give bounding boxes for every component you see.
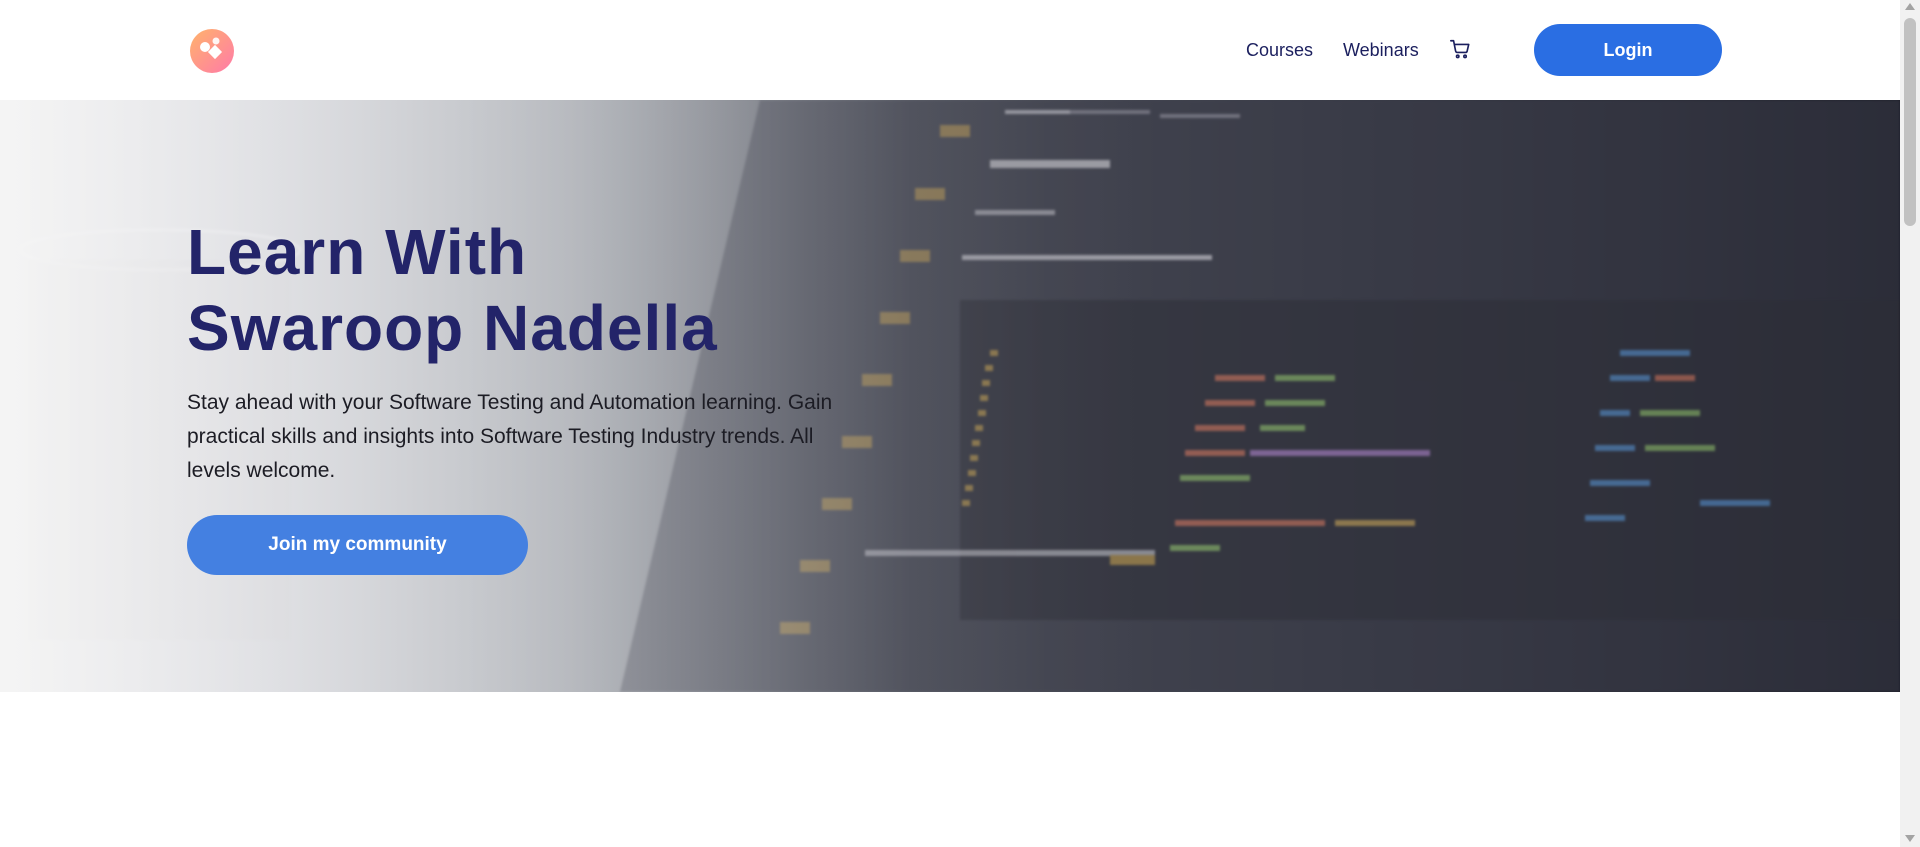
hero-title-line1: Learn With [187, 216, 528, 288]
hero-subtitle: Stay ahead with your Software Testing an… [187, 391, 833, 482]
nav-webinars-link[interactable]: Webinars [1343, 39, 1419, 61]
scrollbar-thumb[interactable] [1904, 18, 1916, 226]
hero-title-line2: Swaroop Nadella [187, 292, 718, 364]
scroll-up-arrow-icon[interactable] [1905, 3, 1915, 10]
brand-logo-icon[interactable] [190, 29, 234, 73]
site-header: Courses Webinars Login [0, 0, 1900, 100]
page-scrollbar[interactable] [1900, 0, 1920, 847]
hero-section: Learn With Swaroop Nadella Stay ahead wi… [0, 100, 1900, 692]
join-community-button[interactable]: Join my community [187, 515, 528, 575]
cart-icon[interactable] [1449, 38, 1471, 60]
nav-courses-link[interactable]: Courses [1246, 39, 1313, 61]
scroll-down-arrow-icon[interactable] [1905, 835, 1915, 842]
login-button[interactable]: Login [1534, 24, 1722, 76]
hero-title: Learn With Swaroop Nadella [187, 214, 887, 366]
